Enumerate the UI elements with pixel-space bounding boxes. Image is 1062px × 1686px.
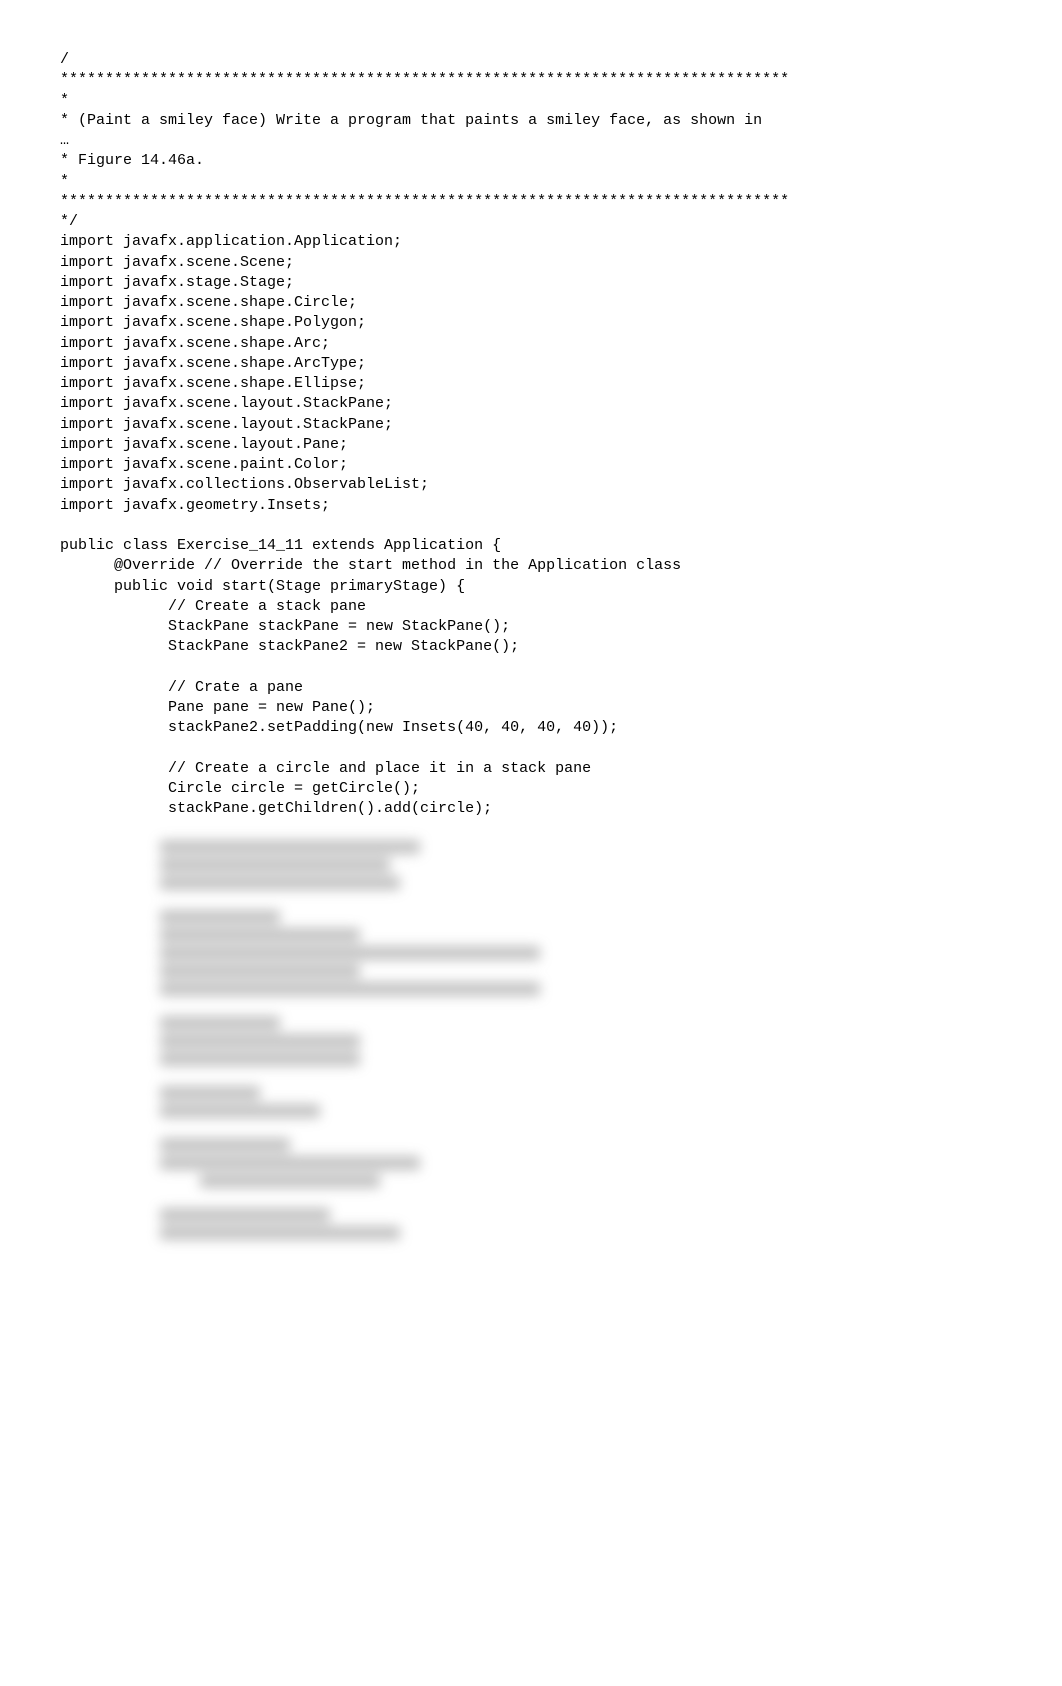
code-line: Circle circle = getCircle(); xyxy=(60,780,420,797)
code-line: import javafx.scene.paint.Color; xyxy=(60,456,348,473)
code-line: StackPane stackPane = new StackPane(); xyxy=(60,618,510,635)
code-line: stackPane.getChildren().add(circle); xyxy=(60,800,492,817)
code-line: import javafx.scene.shape.Arc; xyxy=(60,335,330,352)
code-line: ****************************************… xyxy=(60,193,789,210)
code-line: public class Exercise_14_11 extends Appl… xyxy=(60,537,501,554)
code-line: import javafx.scene.shape.Polygon; xyxy=(60,314,366,331)
code-line: // Create a circle and place it in a sta… xyxy=(60,760,591,777)
code-line: import javafx.geometry.Insets; xyxy=(60,497,330,514)
code-line: stackPane2.setPadding(new Insets(40, 40,… xyxy=(60,719,618,736)
code-line: */ xyxy=(60,213,78,230)
code-line: import javafx.scene.Scene; xyxy=(60,254,294,271)
code-line: StackPane stackPane2 = new StackPane(); xyxy=(60,638,519,655)
code-line: * xyxy=(60,173,69,190)
code-line: // Crate a pane xyxy=(60,679,303,696)
code-line: Pane pane = new Pane(); xyxy=(60,699,375,716)
code-line: * xyxy=(60,92,69,109)
code-line: * (Paint a smiley face) Write a program … xyxy=(60,112,762,129)
code-line: // Create a stack pane xyxy=(60,598,366,615)
code-line: public void start(Stage primaryStage) { xyxy=(60,578,465,595)
code-line: / xyxy=(60,51,69,68)
code-line: * Figure 14.46a. xyxy=(60,152,204,169)
code-line: @Override // Override the start method i… xyxy=(60,557,681,574)
code-line: import javafx.scene.layout.StackPane; xyxy=(60,416,393,433)
code-line: import javafx.scene.shape.Ellipse; xyxy=(60,375,366,392)
code-line: import javafx.scene.layout.Pane; xyxy=(60,436,348,453)
blurred-preview xyxy=(60,840,1002,1240)
code-block: / **************************************… xyxy=(60,50,1002,820)
code-line: import javafx.application.Application; xyxy=(60,233,402,250)
code-line: import javafx.stage.Stage; xyxy=(60,274,294,291)
code-line: import javafx.scene.layout.StackPane; xyxy=(60,395,393,412)
code-line: import javafx.scene.shape.Circle; xyxy=(60,294,357,311)
code-line: import javafx.collections.ObservableList… xyxy=(60,476,429,493)
code-line: … xyxy=(60,132,69,149)
code-line: ****************************************… xyxy=(60,71,789,88)
code-line: import javafx.scene.shape.ArcType; xyxy=(60,355,366,372)
